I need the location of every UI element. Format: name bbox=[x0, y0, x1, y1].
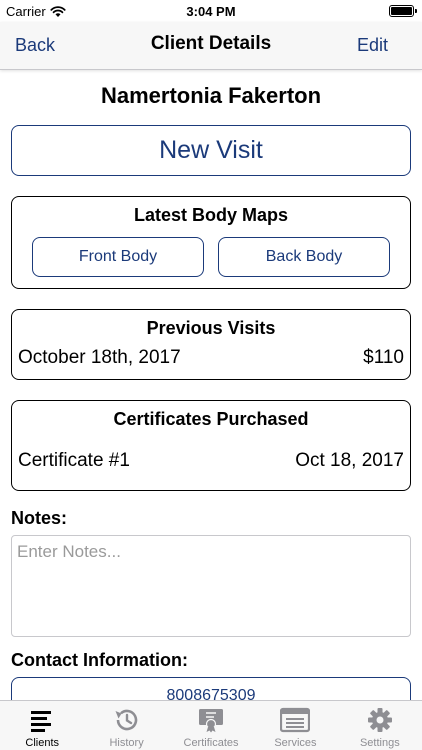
tab-certificates[interactable]: Certificates bbox=[169, 701, 253, 750]
list-icon bbox=[31, 711, 52, 732]
status-time: 3:04 PM bbox=[186, 4, 236, 19]
tab-label: Services bbox=[274, 737, 317, 749]
battery-icon bbox=[389, 5, 417, 17]
tab-history[interactable]: History bbox=[84, 701, 168, 750]
tab-services[interactable]: Services bbox=[253, 701, 337, 750]
previous-visits-card: Previous Visits October 18th, 2017 $110 bbox=[11, 309, 411, 380]
status-bar: Carrier 3:04 PM bbox=[0, 0, 422, 22]
tab-label: Settings bbox=[359, 737, 400, 749]
notes-input[interactable] bbox=[11, 535, 411, 637]
services-icon bbox=[280, 707, 311, 733]
back-body-button[interactable]: Back Body bbox=[218, 237, 390, 277]
tab-clients[interactable]: Clients bbox=[0, 701, 84, 750]
tab-bar: Clients History Certificates Services Se… bbox=[0, 700, 422, 750]
tab-settings[interactable]: Settings bbox=[338, 701, 422, 750]
notes-label: Notes: bbox=[11, 508, 68, 528]
navigation-bar: Back Client Details Edit bbox=[0, 22, 422, 70]
new-visit-button[interactable]: New Visit bbox=[11, 125, 411, 176]
gear-icon bbox=[367, 708, 392, 732]
visit-date[interactable]: October 18th, 2017 bbox=[18, 347, 181, 369]
certificate-icon bbox=[199, 709, 224, 733]
previous-visits-title: Previous Visits bbox=[146, 318, 276, 338]
front-body-button[interactable]: Front Body bbox=[32, 237, 204, 277]
body-maps-card: Latest Body Maps Front Body Back Body bbox=[11, 196, 411, 289]
tab-label: History bbox=[109, 737, 144, 749]
certificate-name[interactable]: Certificate #1 bbox=[18, 450, 130, 472]
tab-label: Certificates bbox=[183, 737, 239, 749]
contact-label: Contact Information: bbox=[11, 650, 188, 670]
certificates-card: Certificates Purchased Certificate #1 Oc… bbox=[11, 400, 411, 491]
tab-label: Clients bbox=[25, 737, 60, 749]
body-maps-title: Latest Body Maps bbox=[133, 205, 289, 225]
edit-button[interactable]: Edit bbox=[357, 35, 388, 56]
client-name: Namertonia Fakerton bbox=[100, 83, 322, 108]
certificates-title: Certificates Purchased bbox=[113, 409, 309, 429]
certificate-date: Oct 18, 2017 bbox=[295, 450, 404, 471]
history-icon bbox=[115, 709, 137, 731]
visit-amount: $110 bbox=[363, 347, 404, 368]
